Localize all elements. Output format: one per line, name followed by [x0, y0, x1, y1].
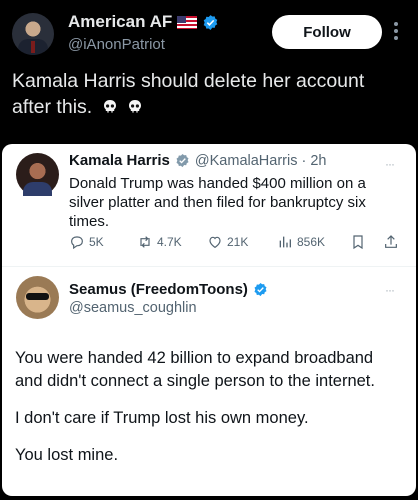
bookmark-icon	[353, 235, 363, 250]
retweet-count: 4.7K	[157, 235, 182, 249]
quoted-handle-time: @KamalaHarris · 2h	[194, 152, 327, 169]
reply-handle: @seamus_coughlin	[69, 300, 197, 316]
retweet-icon	[140, 236, 150, 248]
reply-text-line: You lost mine.	[15, 446, 119, 464]
quoted-author-row: Kamala Harris @KamalaHarris · 2h	[69, 152, 326, 169]
author-handle[interactable]: @iAnonPatriot	[68, 36, 165, 53]
reply-icon	[71, 236, 83, 250]
views-count: 856K	[297, 235, 326, 249]
quoted-text-line: times.	[69, 213, 110, 230]
author-name-row[interactable]: American AF	[68, 12, 219, 32]
reply-tweet-text: You were handed 42 billion to expand bro…	[15, 347, 410, 481]
post-text: Kamala Harris should delete her account …	[12, 68, 412, 120]
more-options-icon: ···	[385, 283, 395, 297]
more-options-icon[interactable]	[389, 20, 403, 44]
reply-paragraph: I don't care if Trump lost his own money…	[15, 407, 410, 430]
reply-text-line: I don't care if Trump lost his own money…	[15, 409, 309, 427]
divider	[2, 266, 416, 267]
reply-paragraph: You were handed 42 billion to expand bro…	[15, 347, 410, 393]
quoted-display-name: Kamala Harris	[69, 152, 170, 169]
quoted-tweet-text: Donald Trump was handed $400 million on …	[69, 174, 404, 231]
reply-text-line: You were handed 42 billion to expand bro…	[15, 349, 374, 367]
reply-author-avatar	[16, 276, 59, 319]
like-action: 21K	[207, 234, 248, 250]
reply-action: 5K	[69, 234, 104, 250]
flag-us-icon	[177, 15, 198, 29]
follow-button[interactable]: Follow	[272, 15, 382, 49]
reply-display-name: Seamus (FreedomToons)	[69, 281, 248, 298]
post-text-line: after this.	[12, 96, 93, 118]
verified-badge-icon	[176, 153, 189, 168]
views-action: 856K	[277, 234, 325, 250]
reply-paragraph: You lost mine.	[15, 444, 410, 467]
author-display-name[interactable]: American AF	[68, 12, 172, 32]
post-text-line-with-emoji: after this.	[12, 94, 412, 120]
skull-icon	[129, 100, 142, 113]
like-icon	[209, 236, 221, 249]
more-options-icon: ···	[385, 157, 395, 171]
quoted-tweet-actions: 5K 4.7K 21K 856K	[69, 234, 409, 254]
skull-icon	[103, 100, 116, 113]
retweet-action: 4.7K	[137, 234, 182, 250]
reply-text-line: and didn't connect a single person to th…	[15, 372, 375, 390]
reply-count: 5K	[89, 235, 104, 249]
reply-author-row: Seamus (FreedomToons)	[69, 281, 268, 298]
like-count: 21K	[227, 235, 249, 249]
quoted-text-line: Donald Trump was handed $400 million on …	[69, 175, 366, 192]
quoted-author-avatar	[16, 153, 59, 196]
verified-badge-icon	[254, 282, 267, 297]
author-avatar[interactable]	[12, 13, 54, 55]
verified-badge-icon	[203, 14, 218, 30]
post-text-line: Kamala Harris should delete her account	[12, 70, 365, 92]
share-icon	[385, 235, 397, 248]
views-icon	[279, 236, 291, 248]
embedded-screenshot-card: Kamala Harris @KamalaHarris · 2h ··· Don…	[2, 144, 416, 496]
quoted-text-line: silver platter and then filed for bankru…	[69, 194, 366, 211]
